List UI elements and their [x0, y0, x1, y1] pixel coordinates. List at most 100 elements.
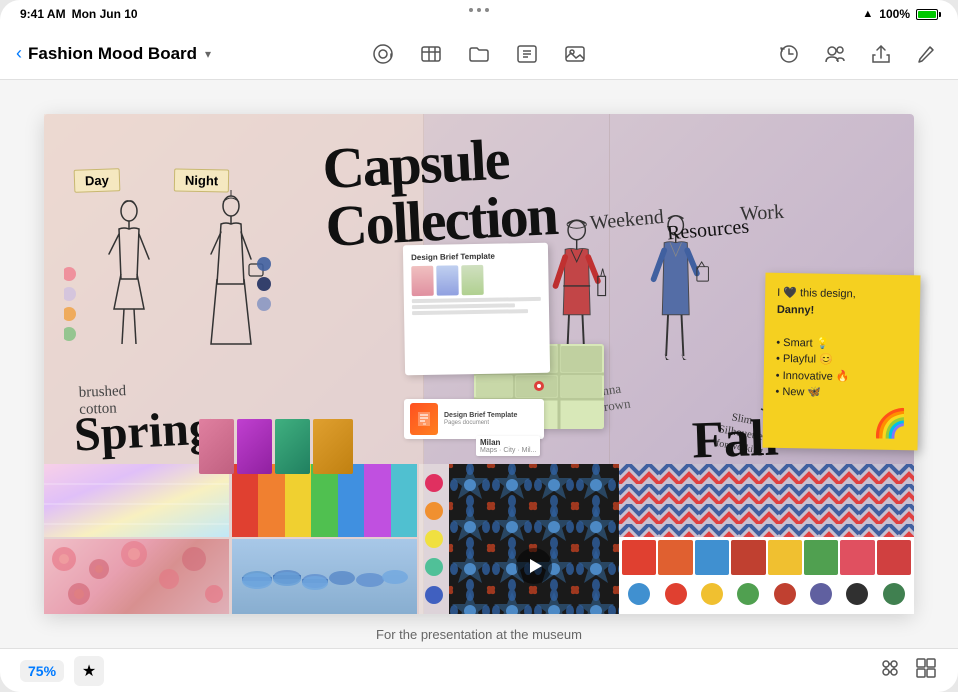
- image-button[interactable]: [560, 39, 590, 69]
- mood-board[interactable]: Capsule Collection Day Night: [44, 114, 914, 614]
- cg-circle-bg8: [877, 577, 911, 612]
- sticky-bullet4: • New 🦋: [775, 384, 906, 403]
- cg-orange1: [658, 540, 692, 575]
- palette-dot-yellow: [425, 530, 443, 548]
- map-label-card: Milan Maps · City · Mil...: [476, 436, 540, 456]
- colored-stripes-image: [232, 464, 417, 537]
- stripe-orange: [258, 464, 284, 537]
- cg-circle-bg7: [840, 577, 874, 612]
- play-button[interactable]: [516, 548, 552, 584]
- battery-percent: 100%: [879, 7, 910, 21]
- view-options-button[interactable]: [914, 656, 938, 686]
- spring-label: Spring: [73, 400, 214, 462]
- chevron-fabric: [619, 464, 914, 537]
- color-swatches-image: [44, 464, 229, 537]
- battery-fill: [918, 11, 936, 18]
- stripe-purple: [364, 464, 390, 537]
- table-button[interactable]: [416, 39, 446, 69]
- color-grid-inner: [622, 540, 911, 611]
- brief-line-3: [412, 309, 528, 315]
- fabric-purple: [237, 419, 272, 474]
- back-button[interactable]: ‹: [16, 43, 22, 64]
- status-bar: 9:41 AM Mon Jun 10 ▲ 100%: [0, 0, 958, 28]
- capsule-collection-title: Capsule Collection: [321, 128, 558, 256]
- battery-icon: [916, 9, 938, 20]
- dot-2: [477, 8, 481, 12]
- cg-red1: [622, 540, 656, 575]
- color-swatches-bg: [44, 464, 229, 537]
- toolbar-right: [774, 39, 942, 69]
- collaborators-button[interactable]: [820, 39, 850, 69]
- dot-3: [485, 8, 489, 12]
- pages-doc-info: Design Brief Template Pages document: [444, 411, 517, 428]
- bottom-bar: 75% ★: [0, 648, 958, 692]
- back-chevron-icon: ‹: [16, 43, 22, 64]
- sticky-line1: I 🖤 this design,: [777, 285, 908, 304]
- color-swatches-svg: [44, 464, 229, 537]
- color-grid: [619, 537, 914, 614]
- brief-fig-1: [411, 266, 434, 296]
- brief-line-2: [412, 303, 515, 309]
- mention-button[interactable]: [368, 39, 398, 69]
- document-title[interactable]: Fashion Mood Board: [28, 44, 197, 64]
- fabric-pink: [199, 419, 234, 474]
- folder-button[interactable]: [464, 39, 494, 69]
- dot-1: [469, 8, 473, 12]
- pages-document-card[interactable]: Design Brief Template Pages document: [404, 399, 544, 439]
- canvas-area[interactable]: Capsule Collection Day Night: [0, 80, 958, 648]
- pages-doc-title: Design Brief Template: [444, 411, 517, 420]
- toolbar-center: [368, 39, 590, 69]
- sticky-bullet2: • Playful 😊: [776, 351, 907, 370]
- ipad-frame: 9:41 AM Mon Jun 10 ▲ 100% ‹ Fashion Mood…: [0, 0, 958, 692]
- favorites-button[interactable]: ★: [74, 656, 104, 686]
- toolbar: ‹ Fashion Mood Board ▾: [0, 28, 958, 80]
- flowers-bg: [44, 539, 229, 614]
- brief-fig-2: [436, 265, 459, 295]
- bottom-right-controls: [878, 656, 938, 686]
- palette-dot-orange: [425, 502, 443, 520]
- circle-yellow: [701, 583, 723, 605]
- palette-dot-red: [425, 474, 443, 492]
- circle-red: [665, 583, 687, 605]
- sticky-note[interactable]: I 🖤 this design, Danny! • Smart 💡 • Play…: [762, 273, 920, 451]
- brushed-text: brushed: [78, 383, 126, 402]
- macarons-svg: [232, 539, 417, 614]
- palette-dot-teal: [425, 558, 443, 576]
- text-button[interactable]: [512, 39, 542, 69]
- sticky-content: I 🖤 this design, Danny! • Smart 💡 • Play…: [775, 285, 908, 403]
- zoom-level[interactable]: 75%: [20, 660, 64, 682]
- chevron-svg: [619, 464, 914, 537]
- cg-red2: [877, 540, 911, 575]
- cg-pink1: [840, 540, 874, 575]
- circle-darkred: [774, 583, 796, 605]
- stripe-cyan: [391, 464, 417, 537]
- cg-circle-bg2: [658, 577, 692, 612]
- cg-circle-bg6: [804, 577, 838, 612]
- pages-doc-type: Pages document: [444, 420, 517, 428]
- macarons-image: [232, 539, 417, 614]
- history-button[interactable]: [774, 39, 804, 69]
- cg-yellow1: [768, 540, 802, 575]
- edit-button[interactable]: [912, 39, 942, 69]
- pages-app-icon: [410, 403, 438, 435]
- sticky-line2: Danny!: [777, 301, 908, 320]
- title-dropdown-icon[interactable]: ▾: [205, 47, 211, 61]
- palette-dot-blue: [425, 586, 443, 604]
- stripes-bg: [232, 464, 417, 537]
- fabric-gold: [313, 419, 353, 474]
- design-brief-card[interactable]: Design Brief Template: [403, 243, 550, 376]
- circle-purple: [810, 583, 832, 605]
- fabric-teal: [275, 419, 310, 474]
- color-palette-strip: [419, 464, 449, 614]
- rainbow-emoji: 🌈: [873, 407, 908, 441]
- flowers-svg: [44, 539, 229, 614]
- share-button[interactable]: [866, 39, 896, 69]
- tile-pattern[interactable]: [449, 464, 619, 614]
- stripe-blue: [338, 464, 364, 537]
- cg-darkred1: [731, 540, 765, 575]
- brief-line-1: [412, 297, 541, 303]
- map-sublabel: Maps · City · Mil...: [480, 447, 536, 454]
- cg-circle-bg1: [622, 577, 656, 612]
- circle-blue: [628, 583, 650, 605]
- arrange-button[interactable]: [878, 656, 902, 686]
